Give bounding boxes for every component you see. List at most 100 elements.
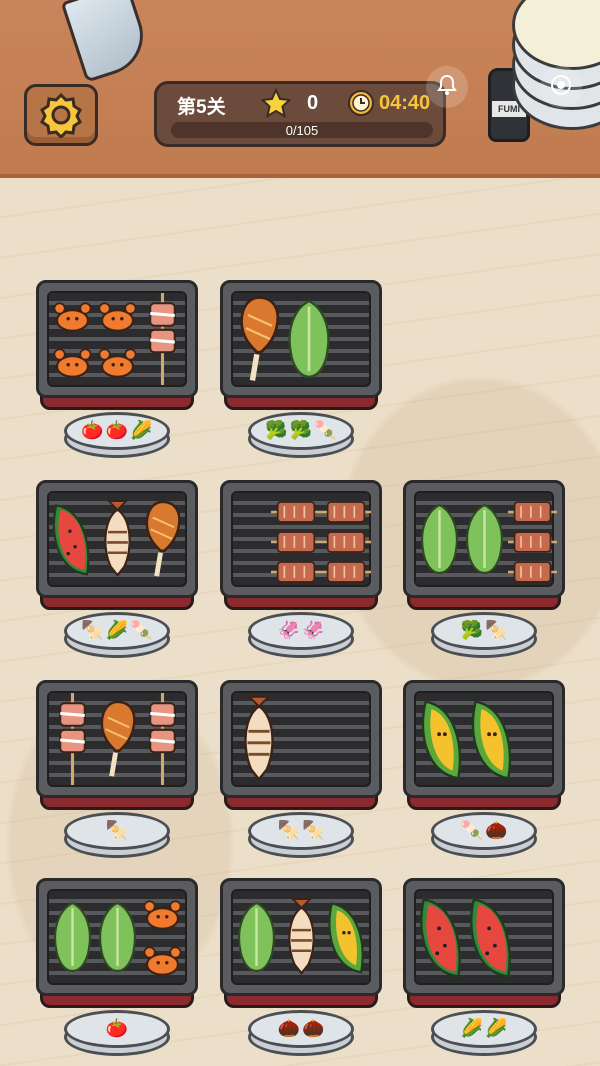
broccoli-food[interactable]: 🥦 xyxy=(290,420,312,441)
plate-10[interactable]: 🌰 🌰 xyxy=(248,1008,354,1058)
plate-2[interactable]: 🥦 🥦 🍡 xyxy=(248,410,354,460)
chicken-leg-food[interactable] xyxy=(96,693,139,785)
grill-8[interactable] xyxy=(403,680,565,816)
meatball-skewer-food[interactable]: 🍡 xyxy=(130,620,152,641)
chicken-leg-food[interactable] xyxy=(235,293,283,385)
lettuce-food[interactable] xyxy=(463,493,506,585)
plate-items: 🌰 🌰 xyxy=(254,1014,348,1042)
crab-food[interactable] xyxy=(51,343,94,383)
veggie-skewer-food[interactable]: 🍢 xyxy=(106,820,128,841)
crab-food[interactable] xyxy=(141,895,184,935)
veggie-skewer-food[interactable]: 🍢 xyxy=(302,820,324,841)
tomato-skewer-food[interactable]: 🍅 xyxy=(106,420,128,441)
sea-urchin-food[interactable]: 🌰 xyxy=(302,1018,324,1039)
grill-3[interactable] xyxy=(36,480,198,616)
tofu-skewer-food[interactable] xyxy=(508,499,557,525)
plate-items: 🦑 🦑 xyxy=(254,616,348,644)
squid-food[interactable]: 🦑 xyxy=(278,620,300,641)
tofu-skewer-food[interactable] xyxy=(271,499,321,525)
plate-8[interactable]: 🍡 🌰 xyxy=(431,810,537,860)
squid-food[interactable]: 🦑 xyxy=(302,620,324,641)
tofu-skewer-food[interactable] xyxy=(321,529,371,555)
lettuce-food[interactable] xyxy=(285,293,333,385)
watermelon-food[interactable] xyxy=(51,493,94,585)
grill-5[interactable] xyxy=(403,480,565,616)
meatball-skewer-food[interactable]: 🍡 xyxy=(461,820,483,841)
broccoli-food[interactable]: 🥦 xyxy=(265,420,287,441)
crab-food[interactable] xyxy=(141,941,184,981)
grill-2[interactable] xyxy=(220,280,382,416)
spatula-decoration xyxy=(60,0,154,83)
durian-food[interactable] xyxy=(468,693,516,785)
grill-11[interactable] xyxy=(403,878,565,1014)
grill-body xyxy=(36,680,198,798)
plate-items: 🍢 🍢 xyxy=(254,816,348,844)
grill-1[interactable] xyxy=(36,280,198,416)
record-button[interactable] xyxy=(540,66,582,108)
plate-3[interactable]: 🍢 🌽 🍡 xyxy=(64,610,170,660)
plate-4[interactable]: 🦑 🦑 xyxy=(248,610,354,660)
veggie-skewer-food[interactable]: 🍢 xyxy=(278,820,300,841)
pork-skewer-food[interactable] xyxy=(141,293,184,385)
plate-9[interactable]: 🍅 xyxy=(64,1008,170,1058)
tofu-skewer-food[interactable] xyxy=(321,499,371,525)
grill-4[interactable] xyxy=(220,480,382,616)
plate-7[interactable]: 🍢 🍢 xyxy=(248,810,354,860)
tomato-skewer-food[interactable]: 🍅 xyxy=(106,1018,128,1039)
durian-food[interactable] xyxy=(418,693,466,785)
plate-1[interactable]: 🍅 🍅 🌽 xyxy=(64,410,170,460)
settings-button[interactable] xyxy=(24,84,98,146)
corn-food[interactable]: 🌽 xyxy=(106,620,128,641)
corn-food[interactable]: 🌽 xyxy=(461,1018,483,1039)
crab-food[interactable] xyxy=(96,297,139,337)
sea-urchin-food[interactable]: 🌰 xyxy=(278,1018,300,1039)
tofu-skewer-food[interactable] xyxy=(271,559,321,585)
plate-11[interactable]: 🌽 🌽 xyxy=(431,1008,537,1058)
lettuce-food[interactable] xyxy=(96,891,139,983)
fish-food[interactable] xyxy=(280,891,323,983)
meatball-skewer-food[interactable]: 🍡 xyxy=(314,420,336,441)
pork-skewer-food[interactable] xyxy=(141,693,184,785)
watermelon-food[interactable] xyxy=(468,891,516,983)
grill-body xyxy=(220,878,382,996)
grill-10[interactable] xyxy=(220,878,382,1014)
counter-area: 第5关 0 04:40 0/105 FUMI xyxy=(0,0,600,178)
grill-6[interactable] xyxy=(36,680,198,816)
fish-food[interactable] xyxy=(235,693,283,785)
plate-items: 🍅 🍅 🌽 xyxy=(70,416,164,444)
grill-grate xyxy=(414,691,554,787)
plate-5[interactable]: 🥦 🍢 xyxy=(431,610,537,660)
chicken-leg-food[interactable] xyxy=(141,493,184,585)
grill-grate xyxy=(47,291,187,387)
tofu-skewer-food[interactable] xyxy=(508,529,557,555)
corn-food[interactable]: 🌽 xyxy=(130,420,152,441)
tofu-skewer-food[interactable] xyxy=(271,529,321,555)
crab-food[interactable] xyxy=(96,343,139,383)
fishball-skewer-food[interactable]: 🍢 xyxy=(81,620,103,641)
tofu-skewer-food[interactable] xyxy=(321,559,371,585)
tomato-skewer-food[interactable]: 🍅 xyxy=(81,420,103,441)
star-icon xyxy=(260,87,292,119)
grill-grate xyxy=(231,889,371,985)
bell-button[interactable] xyxy=(426,66,468,108)
pork-skewer-food[interactable] xyxy=(51,693,94,785)
grill-grate xyxy=(47,691,187,787)
grill-9[interactable] xyxy=(36,878,198,1014)
plate-items: 🍡 🌰 xyxy=(437,816,531,844)
lettuce-food[interactable] xyxy=(235,891,278,983)
plate-items: 🍢 🌽 🍡 xyxy=(70,616,164,644)
sea-urchin-food[interactable]: 🌰 xyxy=(485,820,507,841)
corn-food[interactable]: 🌽 xyxy=(485,1018,507,1039)
watermelon-food[interactable] xyxy=(418,891,466,983)
crab-food[interactable] xyxy=(51,297,94,337)
durian-food[interactable] xyxy=(325,891,368,983)
plate-items: 🍢 xyxy=(70,816,164,844)
lettuce-food[interactable] xyxy=(418,493,461,585)
tofu-skewer-food[interactable] xyxy=(508,559,557,585)
broccoli-food[interactable]: 🥦 xyxy=(461,620,483,641)
fishball-skewer-food[interactable]: 🍢 xyxy=(485,620,507,641)
fish-food[interactable] xyxy=(96,493,139,585)
grill-7[interactable] xyxy=(220,680,382,816)
lettuce-food[interactable] xyxy=(51,891,94,983)
plate-6[interactable]: 🍢 xyxy=(64,810,170,860)
